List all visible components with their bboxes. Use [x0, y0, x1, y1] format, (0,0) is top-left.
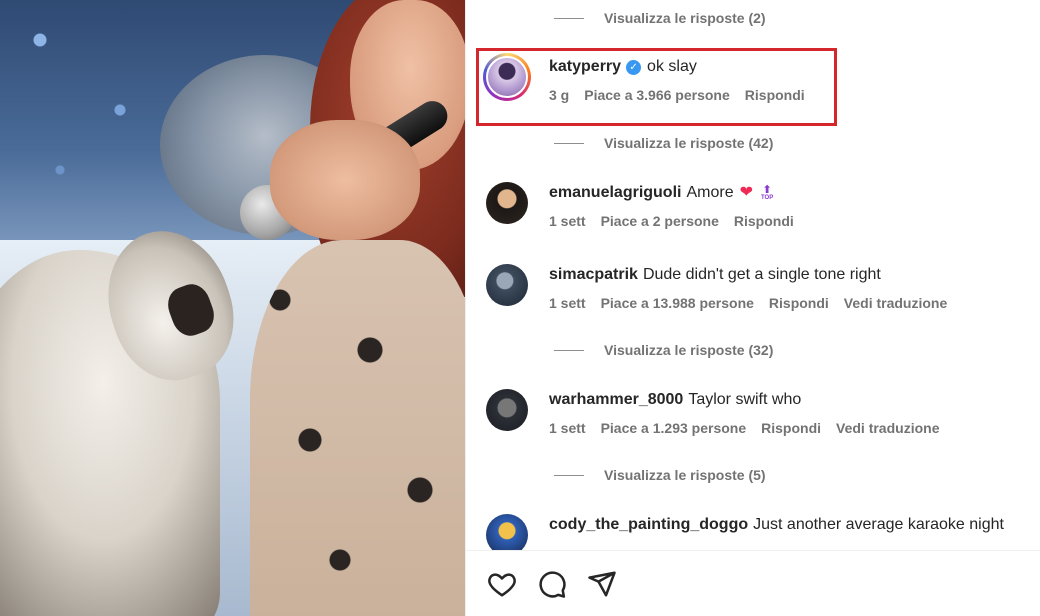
- view-replies-label: Visualizza le risposte (5): [604, 467, 766, 483]
- post-actions-bar: [466, 550, 1040, 616]
- comment-line: katyperry ✓ ok slay: [549, 56, 805, 78]
- top-arrow-emoji-icon: ⬆ TOP: [761, 183, 774, 201]
- view-replies-label: Visualizza le risposte (42): [604, 135, 774, 151]
- share-button[interactable]: [586, 568, 618, 600]
- see-translation-link[interactable]: Vedi traduzione: [836, 420, 939, 436]
- view-replies-label: Visualizza le risposte (2): [604, 10, 766, 26]
- comment-meta: 1 sett Piace a 13.988 persone Rispondi V…: [549, 295, 947, 311]
- view-replies-link[interactable]: Visualizza le risposte (42): [554, 133, 773, 153]
- view-replies-link[interactable]: Visualizza le risposte (2): [554, 8, 766, 28]
- comment-text: ok slay: [647, 58, 697, 75]
- comments-list[interactable]: Visualizza le risposte (2) katyperry ✓ o…: [466, 0, 1040, 550]
- comment-time[interactable]: 1 sett: [549, 420, 586, 436]
- avatar[interactable]: [486, 182, 528, 224]
- comment-text: Taylor swift who: [688, 391, 802, 408]
- reply-button[interactable]: Rispondi: [745, 87, 805, 103]
- comment-line: warhammer_8000 Taylor swift who: [549, 389, 939, 411]
- comment-button[interactable]: [536, 568, 568, 600]
- comment-icon: [539, 571, 566, 598]
- comment-body: emanuelagriguoli Amore ❤ ⬆ TOP 1 sett Pia…: [549, 182, 794, 229]
- heart-icon: [488, 573, 516, 597]
- singer-hand: [270, 120, 420, 240]
- avatar-image: [486, 56, 528, 98]
- comment-time[interactable]: 1 sett: [549, 213, 586, 229]
- comments-panel: Visualizza le risposte (2) katyperry ✓ o…: [465, 0, 1040, 616]
- username[interactable]: warhammer_8000: [549, 389, 683, 411]
- comment-body: cody_the_painting_doggo Just another ave…: [549, 514, 1004, 536]
- comment-line: emanuelagriguoli Amore ❤ ⬆ TOP: [549, 182, 794, 204]
- avatar[interactable]: [486, 389, 528, 431]
- comment-text: Just another average karaoke night: [753, 516, 1004, 533]
- likes-count[interactable]: Piace a 3.966 persone: [584, 87, 730, 103]
- comment-text: Amore: [686, 184, 734, 201]
- replies-divider: [554, 142, 584, 144]
- comment-meta: 3 g Piace a 3.966 persone Rispondi: [549, 87, 805, 103]
- likes-count[interactable]: Piace a 2 persone: [601, 213, 719, 229]
- likes-count[interactable]: Piace a 13.988 persone: [601, 295, 754, 311]
- comment-body: katyperry ✓ ok slay 3 g Piace a 3.966 pe…: [549, 56, 805, 103]
- username[interactable]: cody_the_painting_doggo: [549, 514, 748, 536]
- comment-text: Dude didn't get a single tone right: [642, 266, 881, 283]
- replies-divider: [554, 474, 584, 476]
- see-translation-link[interactable]: Vedi traduzione: [844, 295, 947, 311]
- comment-time[interactable]: 1 sett: [549, 295, 586, 311]
- reply-button[interactable]: Rispondi: [769, 295, 829, 311]
- send-icon: [588, 571, 616, 597]
- avatar[interactable]: [486, 264, 528, 306]
- comment-meta: 1 sett Piace a 2 persone Rispondi: [549, 213, 794, 229]
- reply-button[interactable]: Rispondi: [734, 213, 794, 229]
- username[interactable]: emanuelagriguoli: [549, 182, 681, 204]
- comment-line: cody_the_painting_doggo Just another ave…: [549, 514, 1004, 536]
- replies-divider: [554, 349, 584, 351]
- reply-button[interactable]: Rispondi: [761, 420, 821, 436]
- replies-divider: [554, 17, 584, 19]
- avatar[interactable]: [483, 53, 531, 101]
- comment-time[interactable]: 3 g: [549, 87, 569, 103]
- comment-body: simacpatrik Dude didn't get a single ton…: [549, 264, 947, 311]
- comment-body: warhammer_8000 Taylor swift who 1 sett P…: [549, 389, 939, 436]
- comment-line: simacpatrik Dude didn't get a single ton…: [549, 264, 947, 286]
- view-replies-label: Visualizza le risposte (32): [604, 342, 774, 358]
- verified-badge-icon: ✓: [626, 59, 642, 75]
- username[interactable]: simacpatrik: [549, 264, 638, 286]
- comment-meta: 1 sett Piace a 1.293 persone Rispondi Ve…: [549, 420, 939, 436]
- username[interactable]: katyperry: [549, 56, 621, 78]
- like-button[interactable]: [486, 568, 518, 600]
- video-frame[interactable]: [0, 0, 465, 616]
- likes-count[interactable]: Piace a 1.293 persone: [601, 420, 747, 436]
- view-replies-link[interactable]: Visualizza le risposte (32): [554, 340, 773, 360]
- view-replies-link[interactable]: Visualizza le risposte (5): [554, 465, 766, 485]
- singer-dress: [250, 240, 465, 616]
- heart-emoji-icon: ❤: [739, 184, 753, 201]
- avatar[interactable]: [486, 514, 528, 550]
